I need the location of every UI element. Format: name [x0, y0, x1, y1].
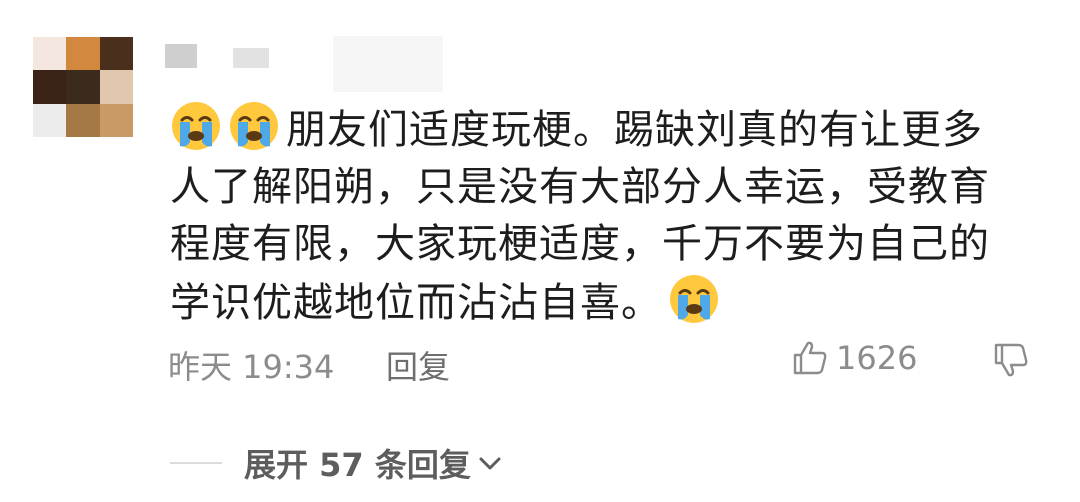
expand-replies-label: 展开 57 条回复 — [244, 446, 471, 484]
like-button[interactable]: 1626 — [790, 338, 917, 378]
thumbs-down-icon — [994, 343, 1028, 377]
divider-line — [170, 462, 222, 464]
loudly-crying-face-icon — [172, 102, 220, 150]
reply-button[interactable]: 回复 — [386, 342, 450, 388]
dislike-button[interactable] — [991, 340, 1031, 388]
thumbs-up-icon — [793, 341, 827, 375]
loudly-crying-face-icon — [670, 275, 718, 323]
avatar[interactable] — [33, 37, 133, 137]
username-redacted[interactable] — [165, 36, 445, 96]
expand-replies-row: 展开 57 条回复 — [170, 438, 505, 488]
expand-replies-button[interactable]: 展开 57 条回复 — [244, 440, 505, 486]
loudly-crying-face-icon — [230, 102, 278, 150]
comment-meta-row: 昨天 19:34 回复 1626 — [168, 338, 1038, 388]
comment-timestamp: 昨天 19:34 — [168, 348, 335, 386]
comment-body: 朋友们适度玩梗。踢缺刘真的有让更多人了解阳朔，只是没有大部分人幸运，受教育程度有… — [170, 100, 1020, 332]
chevron-down-icon — [479, 457, 501, 470]
comment-text: 朋友们适度玩梗。踢缺刘真的有让更多人了解阳朔，只是没有大部分人幸运，受教育程度有… — [170, 107, 990, 326]
like-count: 1626 — [836, 339, 918, 377]
